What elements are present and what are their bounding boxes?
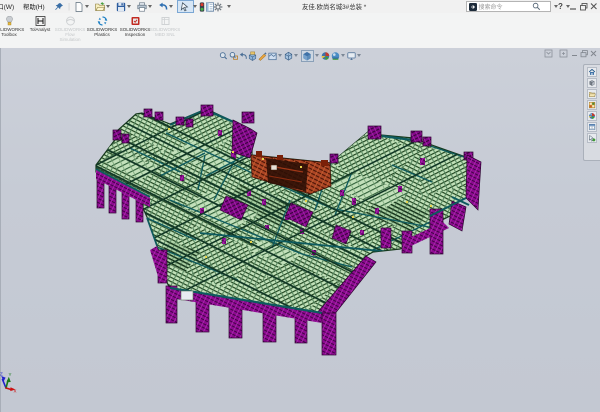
svg-text:Z: Z xyxy=(0,372,3,377)
svg-text:X: X xyxy=(14,389,17,394)
svg-text:Y: Y xyxy=(9,372,12,377)
